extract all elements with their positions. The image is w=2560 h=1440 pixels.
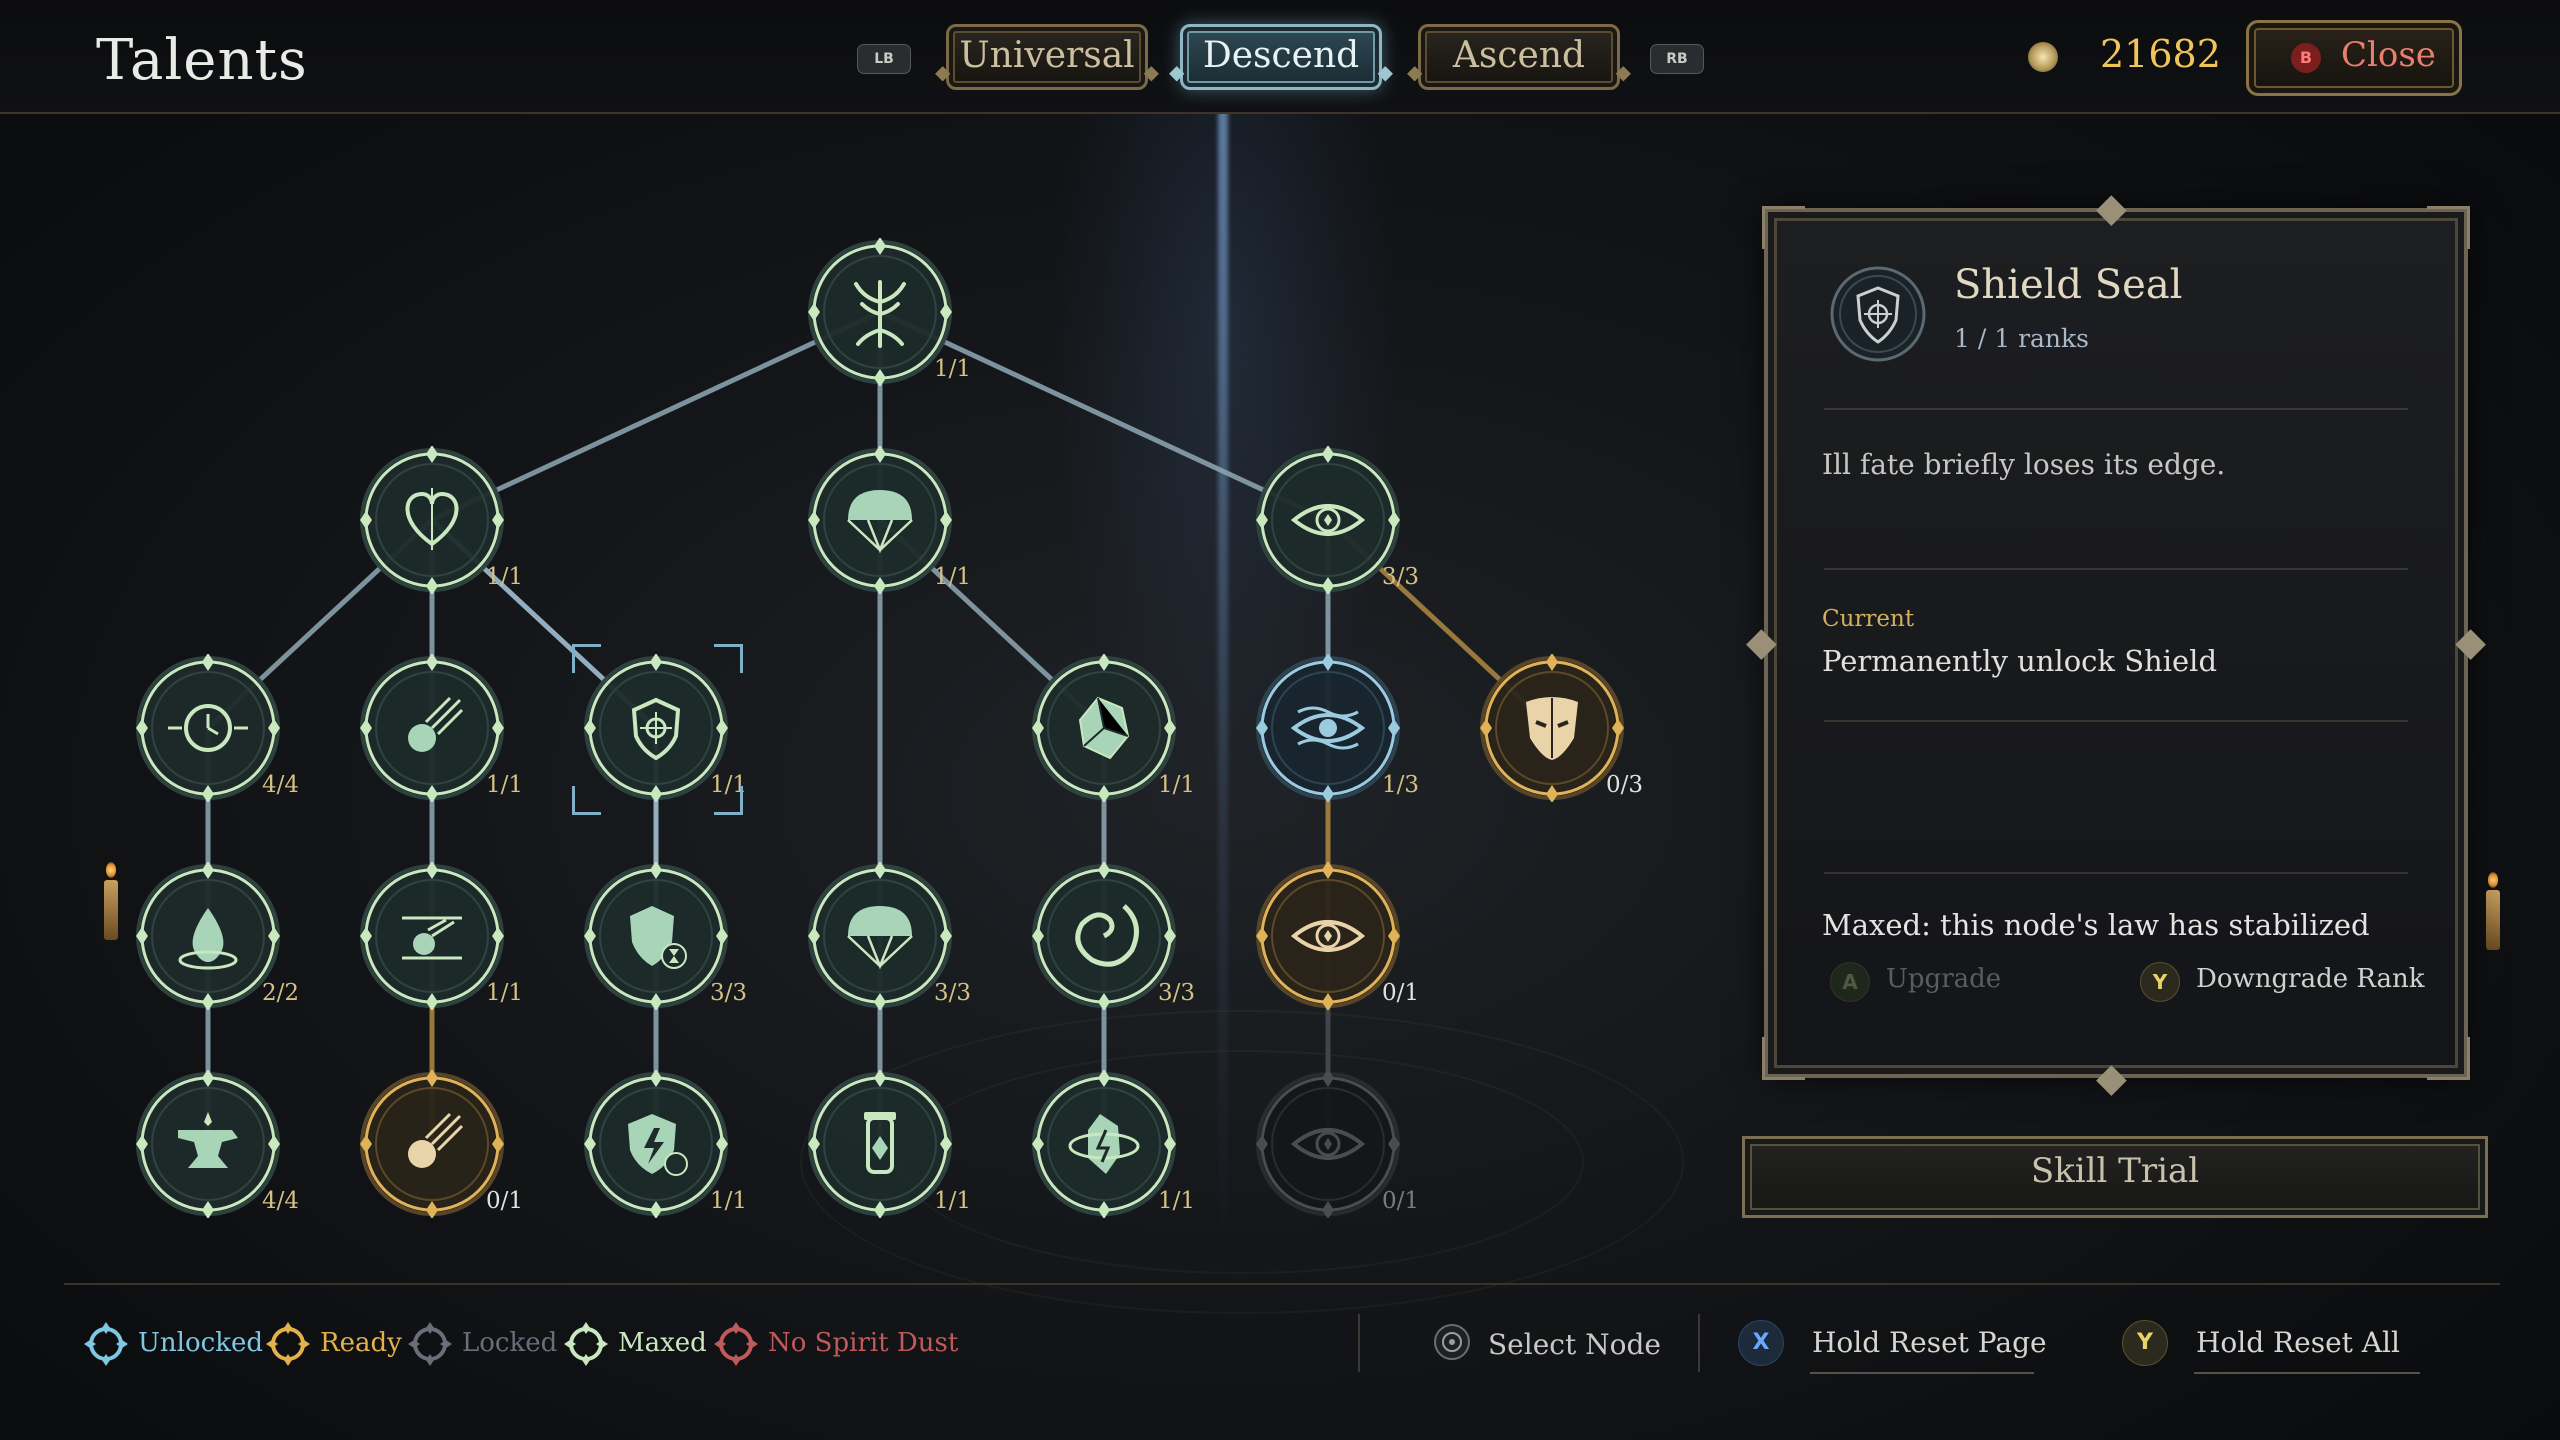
talent-node-root[interactable]: 1/1 <box>806 238 971 386</box>
node-rank-label: 1/1 <box>710 1188 748 1214</box>
bottom-divider-vertical <box>1698 1314 1700 1372</box>
talent-node-mask[interactable]: 0/3 <box>1478 654 1643 802</box>
node-rank-label: 1/3 <box>1382 772 1420 798</box>
hold-reset-page-button[interactable]: Hold Reset Page <box>1812 1326 2047 1359</box>
selection-bracket <box>572 786 601 815</box>
panel-diamond-ornament: ◆ <box>1746 619 1777 665</box>
talent-node-drop[interactable]: 2/2 <box>134 862 299 1010</box>
talent-node-heart[interactable]: 1/1 <box>358 446 523 594</box>
talent-title: Shield Seal <box>1954 262 2183 308</box>
node-rank-label: 0/1 <box>486 1188 524 1214</box>
talent-node-clock[interactable]: 4/4 <box>134 654 299 802</box>
x-button-glyph: X <box>1738 1320 1784 1366</box>
upgrade-button[interactable]: Upgrade <box>1886 964 2001 994</box>
current-label: Current <box>1822 606 1915 632</box>
hold-reset-all-button[interactable]: Hold Reset All <box>2196 1326 2400 1359</box>
select-node-label: Select Node <box>1488 1328 1661 1361</box>
downgrade-rank-button[interactable]: Downgrade Rank <box>2196 964 2425 994</box>
skill-trial-label: Skill Trial <box>2030 1151 2200 1191</box>
selection-bracket <box>714 644 743 673</box>
node-rank-label: 1/1 <box>1158 772 1196 798</box>
panel-corner-ornament <box>2427 206 2470 249</box>
talent-node-parachute-2[interactable]: 3/3 <box>806 862 971 1010</box>
talent-node-eye-gold[interactable]: 0/1 <box>1254 862 1419 1010</box>
talent-node-vortex[interactable]: 3/3 <box>1030 862 1195 1010</box>
talent-node-comet[interactable]: 1/1 <box>358 654 523 802</box>
talent-node-eye-locked[interactable]: 0/1 <box>1254 1070 1419 1218</box>
left-stick-icon <box>1432 1322 1472 1362</box>
talent-node-vial[interactable]: 1/1 <box>806 1070 971 1218</box>
panel-diamond-ornament: ◆ <box>2455 619 2486 665</box>
node-rank-label: 0/1 <box>1382 980 1420 1006</box>
talent-node-comet-gold[interactable]: 0/1 <box>358 1070 523 1218</box>
panel-divider <box>1824 872 2408 874</box>
selection-bracket <box>572 644 601 673</box>
talent-node-parachute[interactable]: 1/1 <box>806 446 971 594</box>
panel-divider <box>1824 720 2408 722</box>
node-rank-label: 1/1 <box>934 1188 972 1214</box>
talent-node-shield-bolt[interactable]: 1/1 <box>582 1070 747 1218</box>
panel-corner-ornament <box>1762 206 1805 249</box>
bottom-divider-vertical <box>1358 1314 1360 1372</box>
panel-diamond-ornament: ◆ <box>2096 1055 2127 1101</box>
talent-node-meteor[interactable]: 1/1 <box>358 862 523 1010</box>
talent-node-crystal-orbit[interactable]: 1/1 <box>1030 1070 1195 1218</box>
node-rank-label: 1/1 <box>934 356 972 382</box>
node-rank-label: 4/4 <box>262 1188 300 1214</box>
node-rank-label: 4/4 <box>262 772 300 798</box>
talent-node-anvil[interactable]: 4/4 <box>134 1070 299 1218</box>
talent-description: Ill fate briefly loses its edge. <box>1822 448 2226 481</box>
node-rank-label: 1/1 <box>1158 1188 1196 1214</box>
panel-corner-ornament <box>2427 1037 2470 1080</box>
talent-node-crystal[interactable]: 1/1 <box>1030 654 1195 802</box>
shield-seal-icon <box>1828 264 1928 364</box>
node-rank-label: 3/3 <box>1382 564 1420 590</box>
node-rank-label: 1/1 <box>486 564 524 590</box>
panel-corner-ornament <box>1762 1037 1805 1080</box>
panel-divider <box>1824 568 2408 570</box>
y-button-glyph: Y <box>2140 962 2180 1002</box>
legend-label: Locked <box>462 1328 558 1358</box>
talent-node-shield-hourglass[interactable]: 3/3 <box>582 862 747 1010</box>
talent-node-shield-seal[interactable]: 1/1 <box>572 644 747 815</box>
node-rank-label: 1/1 <box>486 772 524 798</box>
maxed-status: Maxed: this node's law has stabilized <box>1822 908 2370 942</box>
legend-label: Ready <box>320 1328 402 1358</box>
node-rank-label: 0/3 <box>1606 772 1644 798</box>
node-rank-label: 2/2 <box>262 980 300 1006</box>
selection-bracket <box>714 786 743 815</box>
legend-label: Maxed <box>618 1328 707 1358</box>
skill-trial-button[interactable]: Skill Trial <box>1742 1136 2488 1218</box>
node-rank-label: 1/1 <box>486 980 524 1006</box>
hold-progress-track <box>2194 1372 2420 1374</box>
talent-detail-panel: ◆ ◆ ◆ ◆ Shield Seal 1 / 1 ranks Ill fate… <box>1746 188 2486 1098</box>
node-rank-label: 1/1 <box>934 564 972 590</box>
panel-divider <box>1824 408 2408 410</box>
talent-ranks: 1 / 1 ranks <box>1954 324 2090 353</box>
talent-node-wave-eye[interactable]: 1/3 <box>1254 654 1419 802</box>
current-effect: Permanently unlock Shield <box>1822 644 2218 678</box>
node-rank-label: 0/1 <box>1382 1188 1420 1214</box>
bottom-divider <box>64 1283 2500 1285</box>
legend-label: Unlocked <box>138 1328 263 1358</box>
legend-label: No Spirit Dust <box>768 1328 959 1358</box>
node-rank-label: 3/3 <box>1158 980 1196 1006</box>
hold-progress-track <box>1810 1372 2034 1374</box>
y-button-glyph: Y <box>2122 1320 2168 1366</box>
talent-node-eye[interactable]: 3/3 <box>1254 446 1419 594</box>
node-rank-label: 3/3 <box>934 980 972 1006</box>
a-button-glyph: A <box>1830 962 1870 1002</box>
node-rank-label: 3/3 <box>710 980 748 1006</box>
panel-diamond-ornament: ◆ <box>2096 185 2127 231</box>
